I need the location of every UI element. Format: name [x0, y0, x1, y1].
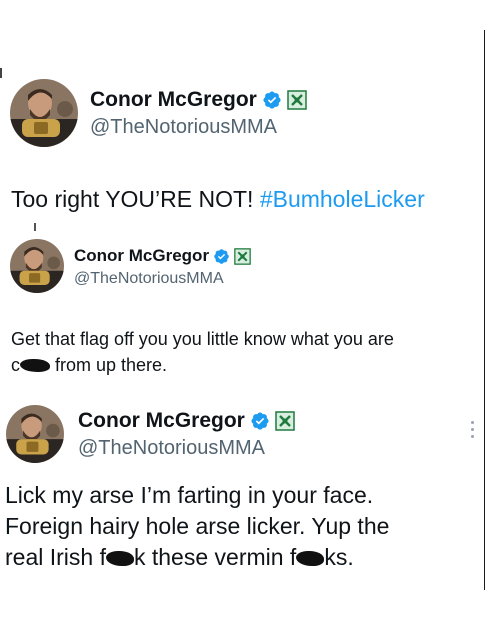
tweet-line: Get that flag off you you little know wh…: [11, 329, 394, 349]
affiliate-badge-icon[interactable]: [275, 411, 295, 431]
avatar[interactable]: [6, 405, 64, 463]
hashtag-link[interactable]: #BumholeLicker: [260, 186, 425, 212]
redaction-mark: [105, 551, 134, 566]
page-edge-mark: [0, 68, 2, 78]
tweet-line: Foreign hairy hole arse licker. Yup the: [5, 513, 390, 539]
tweet-body: Too right YOU’RE NOT!: [11, 186, 260, 212]
tweet-text: Too right YOU’RE NOT! #BumholeLicker: [11, 186, 425, 213]
tweet-line: Lick my arse I’m farting in your face.: [5, 482, 374, 508]
tweet-fragment: c: [11, 355, 20, 375]
tweet-fragment: k these vermin f: [133, 544, 297, 570]
verified-badge-icon: [262, 90, 282, 110]
handle[interactable]: @TheNotoriousMMA: [74, 270, 224, 288]
tweet-text: Get that flag off you you little know wh…: [11, 326, 394, 378]
avatar-image: [6, 405, 64, 463]
tweet-line: real Irish f k these vermin f ks.: [5, 542, 389, 573]
handle[interactable]: @TheNotoriousMMA: [78, 437, 265, 460]
tweet-line: c from up there.: [11, 352, 394, 378]
verified-badge-icon: [213, 248, 230, 265]
avatar[interactable]: [10, 239, 64, 293]
avatar-image: [10, 79, 78, 147]
avatar-image: [10, 239, 64, 293]
affiliate-badge-icon[interactable]: [287, 90, 307, 110]
tweet-fragment: ks.: [324, 544, 354, 570]
display-name[interactable]: Conor McGregor: [90, 88, 257, 112]
avatar[interactable]: [10, 79, 78, 147]
affiliate-badge-icon[interactable]: [234, 247, 251, 265]
redaction-mark: [20, 359, 50, 372]
tweet-text: Lick my arse I’m farting in your face. F…: [5, 480, 389, 573]
tweet-fragment: from up there.: [50, 355, 168, 375]
handle[interactable]: @TheNotoriousMMA: [90, 116, 277, 139]
tweet-fragment: real Irish f: [5, 544, 106, 570]
page-edge-line: [484, 30, 485, 590]
verified-badge-icon: [250, 411, 270, 431]
display-name[interactable]: Conor McGregor: [78, 409, 245, 433]
display-name[interactable]: Conor McGregor: [74, 246, 209, 266]
more-options-icon[interactable]: [470, 421, 476, 443]
redaction-mark: [296, 551, 325, 566]
scan-mark: [34, 223, 36, 231]
